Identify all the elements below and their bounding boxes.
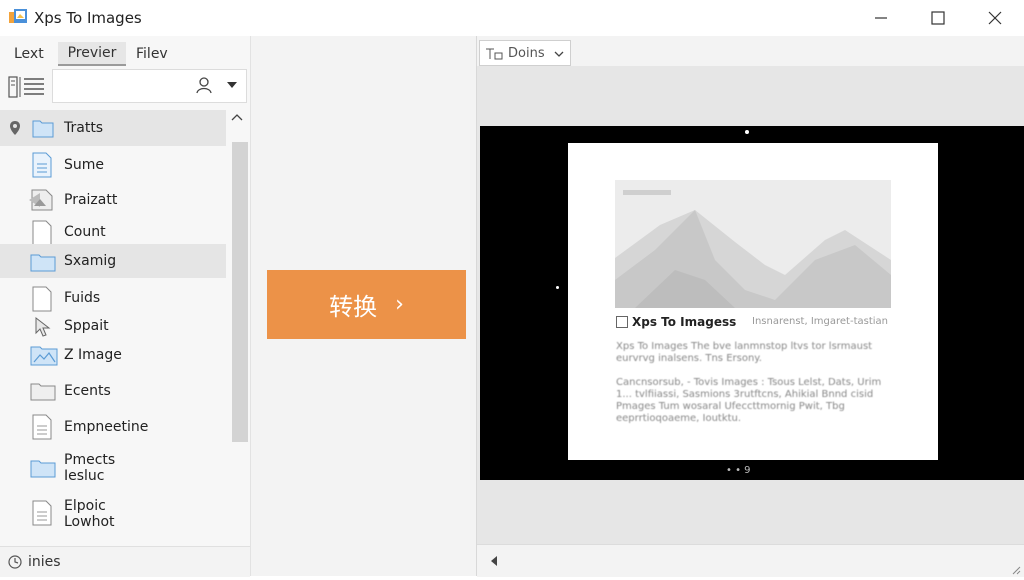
status-text: inies (28, 554, 61, 570)
page-handle (745, 130, 749, 134)
scroll-thumb[interactable] (232, 142, 248, 442)
zoom-fit-icon (486, 48, 503, 60)
minimize-button[interactable] (858, 0, 904, 36)
clock-icon (8, 555, 22, 569)
preview-panel: Doins Xps To Imagess Insnarenst, Imgaret… (476, 36, 1024, 577)
preview-canvas: Xps To Imagess Insnarenst, Imgaret-tasti… (480, 126, 1024, 480)
chevron-down-icon (554, 51, 564, 57)
chevron-right-icon: › (395, 292, 404, 317)
convert-button-label: 转换 (329, 293, 378, 321)
maximize-button[interactable] (915, 0, 961, 36)
location-pin-icon (10, 121, 20, 135)
preview-toolbar: Doins (477, 36, 1024, 66)
chevron-down-icon[interactable] (226, 80, 238, 90)
page-paragraph: Cancnsorsub, - Tovis Images : Tsous Lels… (616, 377, 882, 424)
list-item-label: Pmects Iesluc (64, 452, 116, 484)
list-item-label: Sume (64, 157, 105, 173)
convert-button[interactable]: 转换 › (267, 270, 466, 339)
chevron-up-icon[interactable] (231, 112, 243, 122)
document-icon (32, 152, 52, 178)
tab-files[interactable]: Filev (136, 42, 168, 66)
mountain-image-icon (615, 180, 891, 308)
app-icon (9, 9, 27, 23)
search-input[interactable] (52, 69, 247, 103)
scroll-track[interactable] (231, 132, 248, 512)
page-indicator: • • 9 (726, 465, 751, 476)
list-item[interactable]: Sume (0, 148, 226, 182)
image-folder-icon (30, 346, 58, 366)
cursor-icon (35, 316, 51, 337)
file-browser-panel: Lext Previer Filev Tratts Sume Praizatt … (0, 36, 251, 577)
list-item-label: Fuids (64, 290, 101, 306)
folder-icon (30, 383, 56, 401)
zoom-label: Doins (508, 46, 545, 61)
list-item-label: Praizatt (64, 192, 118, 208)
resize-grip-icon[interactable] (1011, 565, 1021, 575)
folder-icon (30, 254, 56, 272)
minimize-icon (875, 17, 887, 19)
left-tabs: Lext Previer Filev (0, 36, 250, 66)
left-status-bar: inies (0, 546, 250, 577)
checkbox-icon (616, 316, 628, 328)
zoom-select[interactable]: Doins (479, 40, 571, 66)
list-item-label: Z Image (64, 347, 122, 363)
document-icon (32, 500, 52, 526)
list-item-label: Tratts (64, 120, 104, 136)
page-heading-sub: Insnarenst, Imgaret-tastian (752, 316, 888, 327)
list-item[interactable]: Praizatt (0, 184, 226, 216)
title-bar: Xps To Images (0, 0, 1024, 36)
list-item[interactable]: Empneetine (0, 410, 226, 444)
folder-icon (32, 120, 54, 138)
list-item[interactable]: Z Image (0, 338, 226, 372)
file-list-scrollbar[interactable] (228, 110, 248, 580)
list-view-icon[interactable] (8, 74, 46, 100)
list-item-label: Sppait (64, 318, 109, 334)
list-item[interactable]: Sxamig (0, 244, 226, 278)
folder-icon (30, 460, 56, 478)
list-item-label: Empneetine (64, 419, 149, 435)
page-paragraph: Xps To Images The bve lanmnstop ltvs tor… (616, 341, 873, 364)
tab-text[interactable]: Lext (14, 42, 44, 66)
close-icon (988, 11, 1002, 25)
preview-bottom-bar (477, 544, 1024, 577)
window-title: Xps To Images (34, 9, 142, 27)
preview-image (615, 180, 891, 308)
list-item[interactable]: Fuids (0, 282, 226, 314)
list-item-label: Ecents (64, 383, 111, 399)
page-handle (556, 286, 559, 289)
list-item-label: Count (64, 224, 106, 240)
list-item[interactable]: Tratts (0, 110, 226, 146)
document-icon (32, 414, 52, 440)
convert-area: 转换 › (251, 36, 476, 576)
scroll-left-icon[interactable] (489, 555, 499, 567)
list-item-label: Sxamig (64, 253, 117, 269)
list-item-label: Elpoic Lowhot (64, 498, 115, 530)
user-icon[interactable] (195, 76, 213, 94)
image-file-icon (29, 189, 53, 211)
tab-preview[interactable]: Previer (58, 42, 126, 66)
page-heading: Xps To Imagess (616, 315, 736, 329)
document-icon (32, 286, 52, 312)
list-item[interactable]: Ecents (0, 374, 226, 408)
list-item[interactable]: Pmects Iesluc (0, 446, 226, 490)
maximize-icon (931, 11, 945, 25)
document-icon (32, 220, 52, 246)
list-item[interactable]: Elpoic Lowhot (0, 492, 226, 536)
file-list: Tratts Sume Praizatt Count Sxamig Fuids … (0, 110, 226, 550)
preview-page: Xps To Imagess Insnarenst, Imgaret-tasti… (568, 143, 938, 460)
list-item[interactable]: Sppait (0, 312, 226, 340)
close-button[interactable] (972, 0, 1018, 36)
